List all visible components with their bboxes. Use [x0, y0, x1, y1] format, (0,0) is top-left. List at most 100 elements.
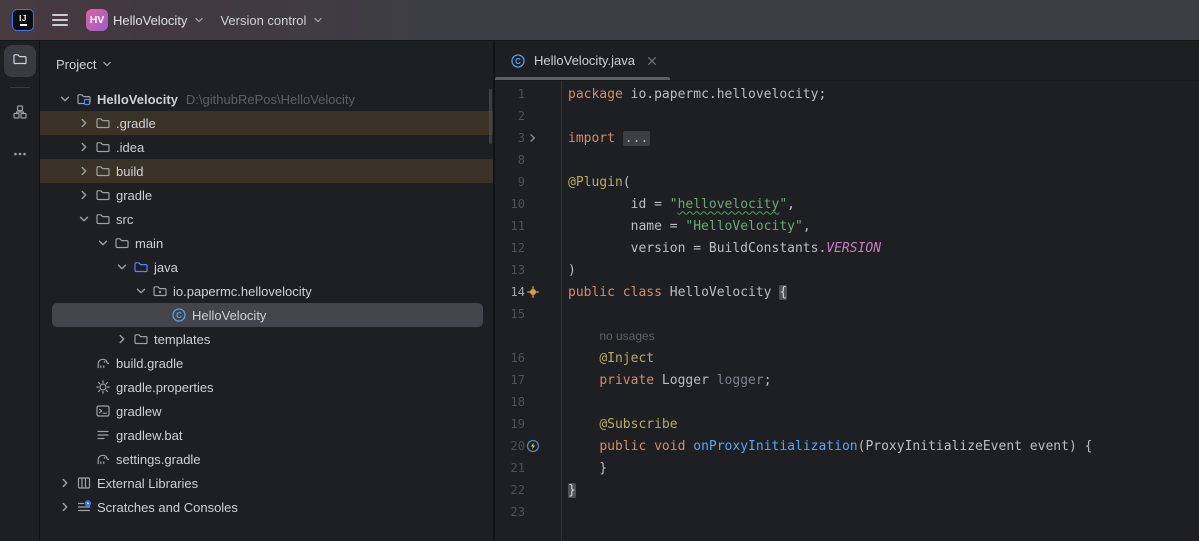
structure-icon [12, 104, 28, 125]
tree-item-label: gradlew [116, 404, 162, 419]
code-text[interactable]: version = BuildConstants.VERSION [561, 241, 881, 256]
tree-item-hellovelocity[interactable]: C HelloVelocity [40, 303, 493, 327]
tree-item-io-papermc-hellovelocity[interactable]: io.papermc.hellovelocity [40, 279, 493, 303]
code-text[interactable]: } [561, 483, 576, 498]
tree-item-gradlew[interactable]: gradlew [40, 399, 493, 423]
chevron-down-icon[interactable] [131, 283, 150, 299]
project-tool-button[interactable] [4, 45, 36, 77]
tree-item--gradle[interactable]: .gradle [40, 111, 493, 135]
tree-item-gradle-properties[interactable]: gradle.properties [40, 375, 493, 399]
chevron-right-icon[interactable] [112, 331, 131, 347]
tree-item-settings-gradle[interactable]: settings.gradle [40, 447, 493, 471]
project-panel-header[interactable]: Project [40, 41, 493, 87]
chevron-down-icon[interactable] [93, 235, 112, 251]
code-text[interactable]: @Inject [561, 351, 654, 366]
tree-item-templates[interactable]: templates [40, 327, 493, 351]
code-line-18: 18 [495, 391, 1199, 413]
code-line-1: 1 package io.papermc.hellovelocity; [495, 83, 1199, 105]
code-line-9: 9@Plugin( [495, 171, 1199, 193]
code-text[interactable]: private Logger logger; [561, 373, 772, 388]
tree-item-external-libraries[interactable]: External Libraries [40, 471, 493, 495]
gutter: 13 [495, 259, 561, 281]
tab-hellovelocity-java[interactable]: C HelloVelocity.java [495, 41, 670, 80]
gutter: 22 [495, 479, 561, 501]
editor-area[interactable]: C HelloVelocity.java 1 package io.papermc… [495, 41, 1199, 541]
gradle-icon [93, 355, 112, 371]
intellij-logo-icon: IJ [12, 9, 34, 31]
more-tool-windows-button[interactable] [4, 140, 36, 172]
code-line-16: 16 @Inject [495, 347, 1199, 369]
tree-item-scratches-and-consoles[interactable]: Scratches and Consoles [40, 495, 493, 519]
gutter: 10 [495, 193, 561, 215]
project-widget[interactable]: HV HelloVelocity [86, 9, 206, 31]
tree-item-src[interactable]: src [40, 207, 493, 231]
tree-item-gradle[interactable]: gradle [40, 183, 493, 207]
main-toolbar: IJ HV HelloVelocity Version control [0, 0, 1199, 41]
tree-item-gradlew-bat[interactable]: gradlew.bat [40, 423, 493, 447]
gutter: 17 [495, 369, 561, 391]
chevron-right-icon[interactable] [55, 475, 74, 491]
chevron-down-icon[interactable] [74, 211, 93, 227]
code-text[interactable]: public class HelloVelocity { [561, 285, 787, 300]
panel-scrollbar[interactable] [489, 89, 492, 144]
main-menu-button[interactable] [48, 10, 72, 30]
code-text[interactable]: public void onProxyInitialization(ProxyI… [561, 439, 1092, 454]
line-number: 1 [518, 87, 525, 101]
gutter: 20 [495, 435, 561, 457]
chevron-right-icon[interactable] [55, 499, 74, 515]
gutter: 21 [495, 457, 561, 479]
code-text[interactable]: package io.papermc.hellovelocity; [561, 87, 826, 102]
code-text[interactable]: name = "HelloVelocity", [561, 219, 811, 234]
code-text[interactable]: } [561, 461, 607, 476]
code-line-15: 15 [495, 303, 1199, 325]
code-line-20: 20 public void onProxyInitialization(Pro… [495, 435, 1199, 457]
structure-tool-button[interactable] [4, 98, 36, 130]
chevron-right-icon[interactable] [74, 139, 93, 155]
chevron-right-icon[interactable] [74, 187, 93, 203]
fold-gutter-icon[interactable] [525, 130, 541, 146]
tree-item-label: java [154, 260, 178, 275]
code-text[interactable]: @Plugin( [561, 175, 631, 190]
tree-item-label: build [116, 164, 143, 179]
event-gutter-icon[interactable] [525, 438, 541, 454]
plugin-gutter-icon[interactable] [525, 284, 541, 300]
line-number: 14 [511, 285, 525, 299]
code-text[interactable]: import ... [561, 131, 650, 146]
code-line-21: 21 } [495, 457, 1199, 479]
line-number: 23 [511, 505, 525, 519]
code-text[interactable]: no usages [561, 329, 655, 344]
tree-item-build-gradle[interactable]: build.gradle [40, 351, 493, 375]
chevron-spacer [74, 451, 93, 467]
tree-item-hellovelocity[interactable]: HelloVelocityD:\githubRePos\HelloVelocit… [40, 87, 493, 111]
gutter: 15 [495, 303, 561, 325]
svg-text:C: C [176, 311, 182, 320]
tree-item-java[interactable]: java [40, 255, 493, 279]
chevron-down-icon[interactable] [55, 91, 74, 107]
line-number: 22 [511, 483, 525, 497]
gear-icon [93, 379, 112, 395]
folder-icon [12, 51, 28, 72]
tree-item--idea[interactable]: .idea [40, 135, 493, 159]
code-line-2: 2 [495, 105, 1199, 127]
gutter: 11 [495, 215, 561, 237]
tree-item-label: Scratches and Consoles [97, 500, 238, 515]
tree-item-build[interactable]: build [40, 159, 493, 183]
chevron-down-icon[interactable] [112, 259, 131, 275]
code-text[interactable]: @Subscribe [561, 417, 678, 432]
chevron-right-icon[interactable] [74, 163, 93, 179]
tree-item-main[interactable]: main [40, 231, 493, 255]
chevron-spacer [74, 355, 93, 371]
code-text[interactable]: ) [561, 263, 576, 278]
gradle-icon [93, 451, 112, 467]
tree-item-label: gradle [116, 188, 152, 203]
tree-item-label: .gradle [116, 116, 156, 131]
tab-label: HelloVelocity.java [534, 53, 635, 68]
code-editor[interactable]: 1 package io.papermc.hellovelocity; 23 impo… [495, 81, 1199, 541]
close-icon[interactable] [644, 53, 660, 69]
line-number: 8 [518, 153, 525, 167]
code-text[interactable]: id = "hellovelocity", [561, 197, 795, 212]
chevron-right-icon[interactable] [74, 115, 93, 131]
vcs-widget[interactable]: Version control [220, 13, 325, 28]
tree-item-label: build.gradle [116, 356, 183, 371]
tree-item-label: HelloVelocity [192, 308, 266, 323]
